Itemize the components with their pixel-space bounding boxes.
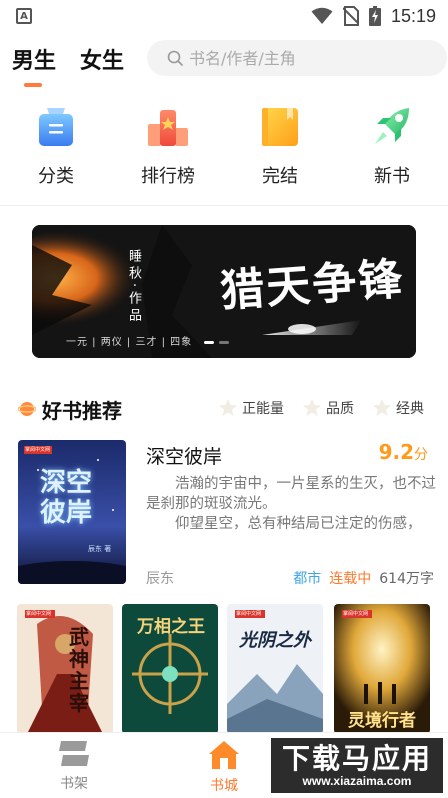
book-meta: 都市 连载中 614万字 (293, 568, 434, 588)
status-bar: A 15:19 (0, 0, 448, 32)
book-title[interactable]: 深空彼岸 (146, 442, 222, 469)
nav-label: 书架 (60, 776, 88, 792)
score-value: 9.2 (378, 440, 414, 464)
banner-author: 睡秋·作品 (126, 249, 141, 326)
book-cover[interactable]: 掌阅中文网 深空彼岸 辰东 著 (18, 440, 126, 584)
watermark-url: www.xiazaima.com (302, 773, 412, 788)
watermark-logo: 下载马应用 www.xiazaima.com (269, 736, 445, 795)
search-bar[interactable] (147, 40, 447, 76)
cover-badge: 掌阅中文网 (25, 447, 51, 453)
search-icon (167, 50, 183, 66)
book-author: 辰东 (146, 571, 174, 587)
nav-label: 书城 (210, 778, 238, 794)
cover-title: 灵境行者 (348, 711, 416, 731)
filter-label: 正能量 (242, 401, 284, 417)
genre-tag: 都市 (293, 571, 322, 587)
book-grid: 掌阅中文网 武神主宰 万相之王 掌阅中文网 光阴之外 掌阅中文网 灵境行者 (0, 604, 448, 734)
word-count: 614万字 (379, 571, 434, 587)
cover-title: 万相之王 (137, 617, 205, 637)
category-label: 完结 (262, 166, 298, 187)
banner-tagline: 一元 | 两仪 | 三才 | 四象 (66, 337, 193, 348)
ranking-icon (148, 110, 188, 146)
status-tag: 连载中 (329, 571, 372, 587)
cover-title: 深空彼岸 (40, 468, 93, 528)
pagination-dot (204, 341, 214, 344)
no-sim-icon (342, 6, 359, 26)
battery-charging-icon (368, 6, 381, 26)
category-ranking[interactable]: 排行榜 (123, 104, 213, 188)
category-row: 分类 排行榜 完结 新书 (0, 104, 448, 200)
cover-badge: 掌阅中文网 (343, 611, 369, 617)
filter-positive[interactable]: 正能量 (218, 398, 284, 418)
cover-art (17, 604, 113, 734)
cover-art (227, 604, 323, 734)
tab-male[interactable]: 男生 (12, 43, 56, 87)
category-icon (39, 108, 73, 146)
book-description: 浩瀚的宇宙中，一片星系的生灭，也不过是刹那的斑驳流光。 仰望星空，总有种结局已注… (146, 474, 436, 534)
description-line: 浩瀚的宇宙中，一片星系的生灭，也不过是刹那的斑驳流光。 (146, 476, 436, 512)
rocket-icon (375, 108, 409, 144)
cover-badge: 掌阅中文网 (26, 611, 52, 617)
category-label: 排行榜 (141, 166, 195, 187)
book-cover[interactable]: 万相之王 (122, 604, 218, 734)
filter-group: 正能量 品质 经典 (218, 398, 424, 418)
watermark-text: 下载马应用 (281, 741, 432, 775)
description-line: 仰望星空，总有种结局已注定的伤感， (175, 516, 422, 532)
pagination-dot (219, 341, 229, 344)
category-classify[interactable]: 分类 (11, 104, 101, 188)
book-cover[interactable]: 掌阅中文网 光阴之外 (227, 604, 323, 734)
category-label: 新书 (374, 166, 410, 187)
home-icon (209, 741, 239, 769)
cover-author: 辰东 著 (88, 545, 112, 553)
banner-title: 猎天争锋 (218, 253, 406, 318)
tab-female[interactable]: 女生 (80, 43, 124, 75)
star-icon (373, 399, 391, 416)
score-unit: 分 (414, 447, 428, 463)
banner-pagination (204, 341, 229, 344)
featured-book[interactable]: 掌阅中文网 深空彼岸 辰东 著 深空彼岸 9.2分 浩瀚的宇宙中，一片星系的生灭… (0, 440, 448, 590)
book-cover[interactable]: 掌阅中文网 武神主宰 (17, 604, 113, 734)
filter-label: 经典 (396, 401, 424, 417)
wifi-icon (311, 7, 333, 24)
category-new[interactable]: 新书 (347, 104, 437, 188)
filter-label: 品质 (326, 401, 354, 417)
star-icon (303, 399, 321, 416)
cover-title: 武神主宰 (69, 625, 89, 715)
bookshelf-icon (59, 741, 89, 766)
section-title: 好书推荐 (42, 398, 122, 423)
status-time: 15:19 (390, 5, 436, 26)
filter-quality[interactable]: 品质 (302, 398, 354, 418)
cover-badge: 掌阅中文网 (236, 611, 262, 617)
category-completed[interactable]: 完结 (235, 104, 325, 188)
completed-book-icon (262, 108, 298, 146)
nav-bookstore[interactable]: 书城 (184, 739, 264, 795)
star-icon (219, 399, 237, 416)
promo-banner[interactable]: 睡秋·作品 猎天争锋 一元 | 两仪 | 三才 | 四象 (32, 225, 416, 358)
book-cover[interactable]: 掌阅中文网 灵境行者 (334, 604, 430, 734)
filter-classic[interactable]: 经典 (372, 398, 424, 418)
category-label: 分类 (38, 166, 74, 187)
divider (0, 205, 448, 206)
header: 男生 女生 (0, 36, 448, 87)
cover-title: 光阴之外 (239, 630, 311, 651)
recommend-section-header: 好书推荐 正能量 品质 经典 (0, 392, 448, 426)
search-input[interactable] (189, 48, 429, 68)
notification-icon: A (16, 8, 32, 24)
nav-bookshelf[interactable]: 书架 (34, 739, 114, 793)
book-score: 9.2分 (379, 440, 428, 464)
planet-icon (18, 402, 36, 416)
